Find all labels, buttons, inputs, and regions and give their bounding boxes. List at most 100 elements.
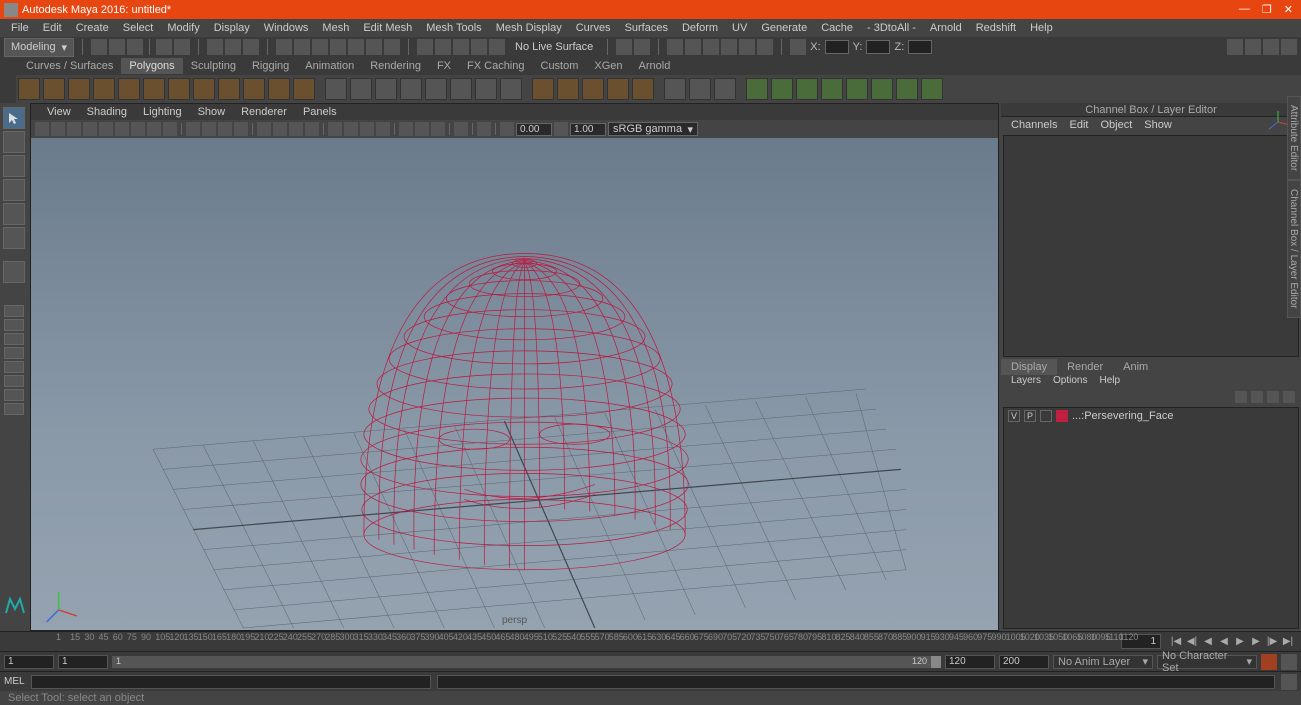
menu-arnold[interactable]: Arnold	[923, 20, 969, 36]
layer-display-type-toggle[interactable]	[1040, 410, 1052, 422]
poly-helix-icon[interactable]	[218, 78, 240, 100]
history-icon[interactable]	[616, 39, 632, 55]
wireframe-icon[interactable]	[186, 122, 200, 136]
menu-display[interactable]: Display	[207, 20, 257, 36]
channel-box-icon[interactable]	[1281, 39, 1297, 55]
menu-uv[interactable]: UV	[725, 20, 754, 36]
layout-two-pane-stacked[interactable]	[4, 347, 24, 359]
layer-tab-render[interactable]: Render	[1057, 359, 1113, 375]
quadrangulate-icon[interactable]	[475, 78, 497, 100]
gate-mask-icon[interactable]	[163, 122, 177, 136]
target-weld-icon[interactable]	[689, 78, 711, 100]
default-material-icon[interactable]	[431, 122, 445, 136]
range-inner-start-input[interactable]	[58, 655, 108, 669]
layer-menu-help[interactable]: Help	[1093, 375, 1126, 389]
menu-create[interactable]: Create	[69, 20, 116, 36]
play-backward-button[interactable]: ◀	[1217, 635, 1231, 649]
character-set-select[interactable]: No Character Set▾	[1157, 655, 1257, 669]
paint-select-tool[interactable]	[3, 155, 25, 177]
xray-joints-icon[interactable]	[360, 122, 374, 136]
isolate-select-icon[interactable]	[328, 122, 342, 136]
channel-menu-object[interactable]: Object	[1094, 118, 1138, 132]
layout-graph-persp[interactable]	[4, 375, 24, 387]
menu-windows[interactable]: Windows	[257, 20, 316, 36]
uv-contour-icon[interactable]	[846, 78, 868, 100]
uv-best-plane-icon[interactable]	[921, 78, 943, 100]
menu-curves[interactable]: Curves	[569, 20, 618, 36]
wireframe-on-shaded-icon[interactable]	[454, 122, 468, 136]
layout-outliner-persp[interactable]	[4, 361, 24, 373]
shelf-tab-fx[interactable]: FX	[429, 58, 459, 74]
close-button[interactable]: ✕	[1284, 3, 1293, 16]
tool-settings-icon[interactable]	[1263, 39, 1279, 55]
exposure-field[interactable]: 0.00	[516, 123, 552, 136]
xray-component-icon[interactable]	[376, 122, 390, 136]
image-plane-icon[interactable]	[67, 122, 81, 136]
separate-icon[interactable]	[350, 78, 372, 100]
render-icon[interactable]	[757, 39, 773, 55]
select-object-icon[interactable]	[225, 39, 241, 55]
range-start-input[interactable]	[4, 655, 54, 669]
snap-plane-icon[interactable]	[471, 39, 487, 55]
menu-file[interactable]: File	[4, 20, 36, 36]
mask-icon[interactable]	[276, 39, 292, 55]
range-end-b-input[interactable]	[999, 655, 1049, 669]
menu-mesh[interactable]: Mesh	[315, 20, 356, 36]
new-scene-icon[interactable]	[91, 39, 107, 55]
uv-cylindrical-icon[interactable]	[771, 78, 793, 100]
uv-camera-icon[interactable]	[896, 78, 918, 100]
side-tab-channel-box[interactable]: Channel Box / Layer Editor	[1287, 180, 1301, 318]
channel-menu-channels[interactable]: Channels	[1005, 118, 1063, 132]
combine-icon[interactable]	[325, 78, 347, 100]
render-icon[interactable]	[667, 39, 683, 55]
bridge-icon[interactable]	[582, 78, 604, 100]
history-icon[interactable]	[634, 39, 650, 55]
ao-icon[interactable]	[273, 122, 287, 136]
menu-cache[interactable]: Cache	[814, 20, 860, 36]
panel-menu-lighting[interactable]: Lighting	[135, 105, 190, 119]
uv-spherical-icon[interactable]	[796, 78, 818, 100]
menu-redshift[interactable]: Redshift	[969, 20, 1023, 36]
snap-point-icon[interactable]	[453, 39, 469, 55]
grease-pencil-icon[interactable]	[99, 122, 113, 136]
menu-select[interactable]: Select	[116, 20, 161, 36]
undo-icon[interactable]	[156, 39, 172, 55]
lasso-tool[interactable]	[3, 131, 25, 153]
resolution-gate-icon[interactable]	[147, 122, 161, 136]
multi-cut-icon[interactable]	[664, 78, 686, 100]
gamma-icon[interactable]	[554, 122, 568, 136]
poly-cylinder-icon[interactable]	[68, 78, 90, 100]
select-hierarchy-icon[interactable]	[207, 39, 223, 55]
workspace-mode-selector[interactable]: Modeling▾	[4, 38, 74, 57]
layer-menu-layers[interactable]: Layers	[1005, 375, 1047, 389]
step-back-key-button[interactable]: ◀|	[1185, 635, 1199, 649]
mask-icon[interactable]	[366, 39, 382, 55]
side-tab-attribute-editor[interactable]: Attribute Editor	[1287, 96, 1301, 180]
textured-icon[interactable]	[218, 122, 232, 136]
menu-3dtoall[interactable]: - 3DtoAll -	[860, 20, 923, 36]
layer-row[interactable]: V P ...:Persevering_Face	[1004, 408, 1298, 424]
render-icon[interactable]	[685, 39, 701, 55]
poly-pyramid-icon[interactable]	[168, 78, 190, 100]
menu-generate[interactable]: Generate	[754, 20, 814, 36]
time-slider[interactable]: 1153045607590105120135150165180195210225…	[0, 631, 1301, 651]
append-icon[interactable]	[632, 78, 654, 100]
snap-live-icon[interactable]	[489, 39, 505, 55]
menu-edit[interactable]: Edit	[36, 20, 69, 36]
panel-menu-show[interactable]: Show	[190, 105, 234, 119]
toggle-grid-icon[interactable]	[115, 122, 129, 136]
menu-mesh-display[interactable]: Mesh Display	[489, 20, 569, 36]
shadows-icon[interactable]	[257, 122, 271, 136]
menu-mesh-tools[interactable]: Mesh Tools	[419, 20, 488, 36]
maximize-button[interactable]: ❐	[1262, 3, 1272, 16]
channel-box-content[interactable]	[1003, 135, 1299, 357]
command-input[interactable]	[31, 675, 431, 689]
poly-soccer-icon[interactable]	[243, 78, 265, 100]
smooth-shade-icon[interactable]	[202, 122, 216, 136]
viewport[interactable]: persp	[31, 138, 998, 630]
select-component-icon[interactable]	[243, 39, 259, 55]
booleans-icon[interactable]	[400, 78, 422, 100]
layer-visibility-toggle[interactable]: V	[1008, 410, 1020, 422]
layer-playback-toggle[interactable]: P	[1024, 410, 1036, 422]
connect-icon[interactable]	[714, 78, 736, 100]
